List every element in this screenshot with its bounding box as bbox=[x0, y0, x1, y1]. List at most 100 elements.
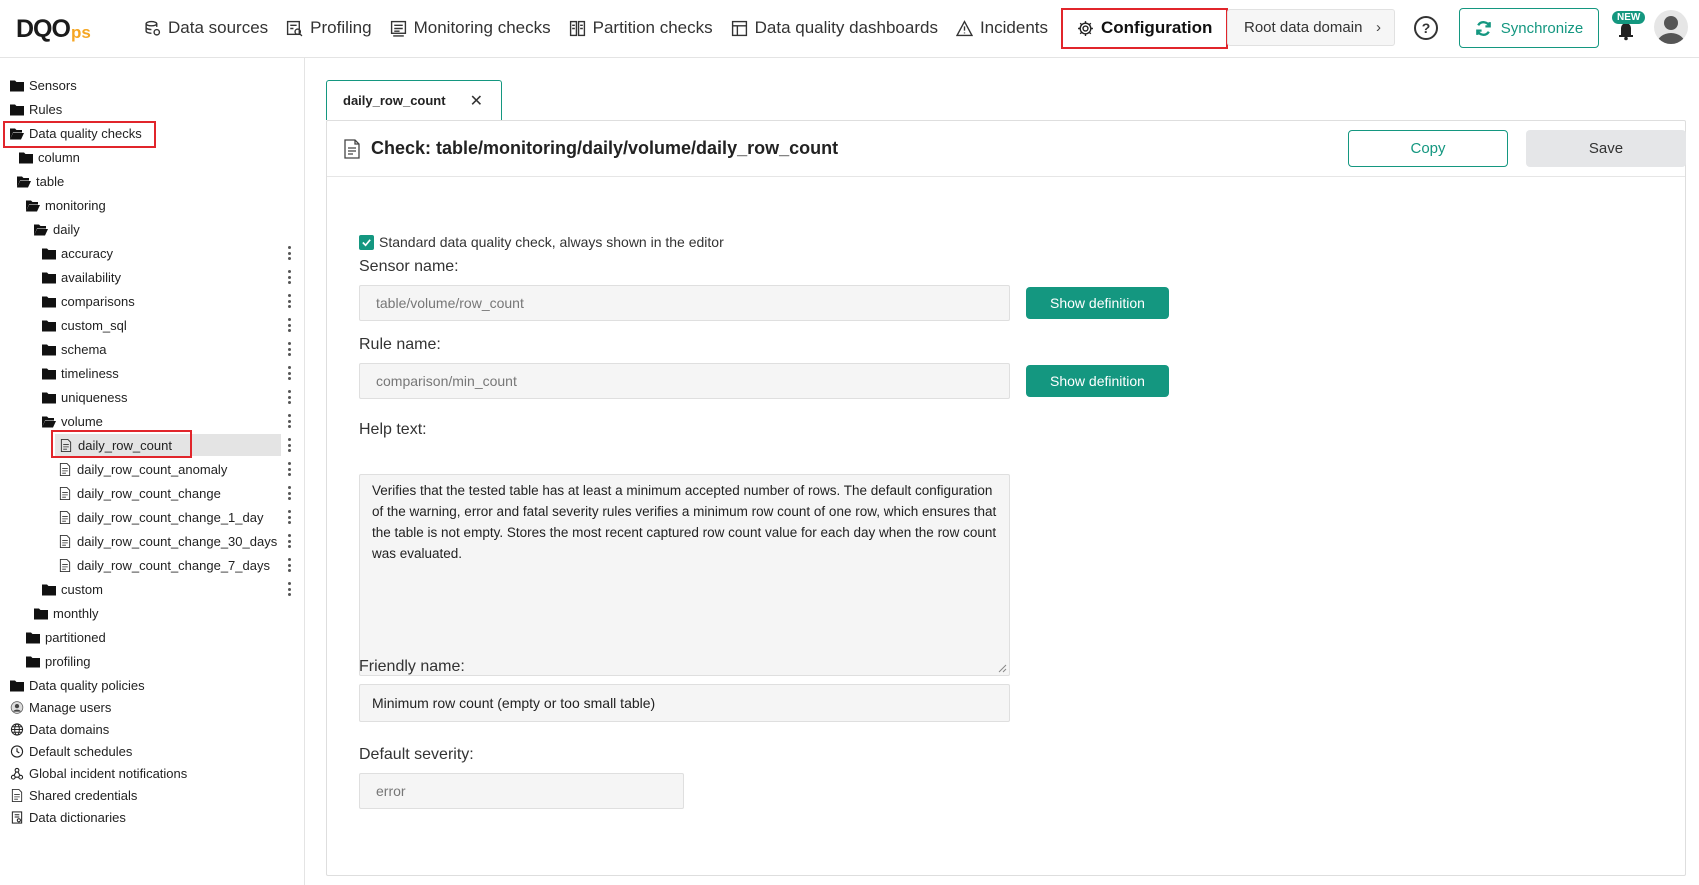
dictionary-icon bbox=[10, 811, 24, 824]
folder-icon bbox=[26, 631, 40, 644]
clock-icon bbox=[10, 745, 24, 758]
help-text-field[interactable]: Verifies that the tested table has at le… bbox=[359, 474, 1010, 676]
tree-item-monitoring[interactable]: monitoring bbox=[26, 194, 106, 216]
tree-item-daily-row-count-change-1-day[interactable]: daily_row_count_change_1_day bbox=[58, 506, 263, 528]
folder-icon bbox=[42, 271, 56, 284]
close-icon[interactable]: ✕ bbox=[470, 91, 483, 111]
kebab-menu-icon[interactable] bbox=[286, 556, 292, 574]
kebab-menu-icon[interactable] bbox=[286, 316, 292, 334]
tree-item-daily-row-count-change[interactable]: daily_row_count_change bbox=[58, 482, 221, 504]
kebab-menu-icon[interactable] bbox=[286, 508, 292, 526]
standard-check-checkbox[interactable] bbox=[359, 234, 374, 250]
kebab-menu-icon[interactable] bbox=[286, 364, 292, 382]
tree-item-profiling[interactable]: profiling bbox=[26, 650, 91, 672]
tree-item-timeliness[interactable]: timeliness bbox=[42, 362, 119, 384]
standard-check-toggle[interactable]: Standard data quality check, always show… bbox=[359, 234, 724, 250]
sensor-name-field[interactable]: table/volume/row_count bbox=[359, 285, 1010, 321]
tab-daily-row-count[interactable]: daily_row_count ✕ bbox=[326, 80, 502, 120]
folder-icon bbox=[10, 79, 24, 92]
tree-item-table[interactable]: table bbox=[17, 170, 64, 192]
rule-name-field[interactable]: comparison/min_count bbox=[359, 363, 1010, 399]
nav-label: Data sources bbox=[168, 18, 269, 37]
kebab-menu-icon[interactable] bbox=[286, 340, 292, 358]
nav-incidents[interactable]: Incidents bbox=[947, 0, 1057, 56]
tree-item-daily-row-count-change-7-days[interactable]: daily_row_count_change_7_days bbox=[58, 554, 270, 576]
help-button[interactable]: ? bbox=[1414, 16, 1438, 40]
data-domain-selector[interactable]: Root data domain › bbox=[1227, 9, 1395, 46]
copy-button[interactable]: Copy bbox=[1348, 130, 1508, 167]
tree-item-label: partitioned bbox=[45, 629, 106, 645]
kebab-menu-icon[interactable] bbox=[286, 244, 292, 262]
kebab-menu-icon[interactable] bbox=[286, 412, 292, 430]
tree-item-label: Default schedules bbox=[29, 743, 133, 759]
tree-item-daily-row-count-change-30-days[interactable]: daily_row_count_change_30_days bbox=[58, 530, 277, 552]
rule-show-definition-button[interactable]: Show definition bbox=[1026, 365, 1169, 397]
kebab-menu-icon[interactable] bbox=[286, 388, 292, 406]
tree-item-rules[interactable]: Rules bbox=[10, 98, 62, 120]
tree-item-daily-row-count-anomaly[interactable]: daily_row_count_anomaly bbox=[58, 458, 227, 480]
tree-item-label: daily_row_count_change_30_days bbox=[77, 533, 278, 549]
sensor-show-definition-button[interactable]: Show definition bbox=[1026, 287, 1169, 319]
tree-item-availability[interactable]: availability bbox=[42, 266, 121, 288]
folder-icon bbox=[26, 655, 40, 668]
tree-item-column[interactable]: column bbox=[19, 146, 80, 168]
gear-icon bbox=[1078, 20, 1093, 36]
tree-item-data-dictionaries[interactable]: Data dictionaries bbox=[10, 806, 126, 828]
nav-data-quality-dashboards[interactable]: Data quality dashboards bbox=[722, 0, 947, 56]
tree-item-label: Sensors bbox=[29, 77, 77, 93]
synchronize-button[interactable]: Synchronize bbox=[1459, 8, 1599, 48]
tree-item-monthly[interactable]: monthly bbox=[34, 602, 99, 624]
kebab-menu-icon[interactable] bbox=[286, 460, 292, 478]
kebab-menu-icon[interactable] bbox=[286, 580, 292, 598]
kebab-menu-icon[interactable] bbox=[286, 532, 292, 550]
file-icon bbox=[58, 487, 72, 500]
kebab-menu-icon[interactable] bbox=[286, 268, 292, 286]
tree-item-daily[interactable]: daily bbox=[34, 218, 80, 240]
tree-item-manage-users[interactable]: Manage users bbox=[10, 696, 111, 718]
tree-item-shared-credentials[interactable]: Shared credentials bbox=[10, 784, 137, 806]
monitoring-icon bbox=[390, 20, 406, 37]
tree-item-schema[interactable]: schema bbox=[42, 338, 107, 360]
save-button[interactable]: Save bbox=[1526, 130, 1686, 167]
tree-item-global-incident-notifications[interactable]: Global incident notifications bbox=[10, 762, 187, 784]
tree-item-label: monitoring bbox=[45, 197, 106, 213]
friendly-name-field[interactable]: Minimum row count (empty or too small ta… bbox=[359, 684, 1010, 722]
kebab-menu-icon[interactable] bbox=[286, 484, 292, 502]
resize-handle-icon[interactable] bbox=[998, 664, 1007, 673]
tree-item-accuracy[interactable]: accuracy bbox=[42, 242, 113, 264]
tree-item-data-domains[interactable]: Data domains bbox=[10, 718, 109, 740]
app-logo[interactable]: DQO ps bbox=[16, 14, 91, 44]
nav-profiling[interactable]: Profiling bbox=[277, 0, 380, 56]
tree-item-label: Rules bbox=[29, 101, 63, 117]
tree-item-label: schema bbox=[61, 341, 107, 357]
standard-check-label: Standard data quality check, always show… bbox=[379, 234, 724, 250]
nav-data-sources[interactable]: Data sources bbox=[135, 0, 277, 56]
nav-monitoring-checks[interactable]: Monitoring checks bbox=[381, 0, 560, 56]
tree-item-label: daily_row_count_change_7_days bbox=[77, 557, 270, 573]
kebab-menu-icon[interactable] bbox=[286, 292, 292, 310]
nav-label: Incidents bbox=[979, 18, 1048, 37]
nav-partition-checks[interactable]: Partition checks bbox=[560, 0, 722, 56]
check-title: Check: table/monitoring/daily/volume/dai… bbox=[371, 138, 839, 158]
tree-item-uniqueness[interactable]: uniqueness bbox=[42, 386, 128, 408]
kebab-menu-icon[interactable] bbox=[286, 436, 292, 454]
tree-item-custom-sql[interactable]: custom_sql bbox=[42, 314, 127, 336]
folder-open-icon bbox=[34, 223, 48, 236]
tree-item-sensors[interactable]: Sensors bbox=[10, 74, 77, 96]
tree-item-custom[interactable]: custom bbox=[42, 578, 103, 600]
default-severity-field[interactable]: error bbox=[359, 773, 684, 809]
nav-label: Monitoring checks bbox=[413, 18, 551, 37]
tree-item-comparisons[interactable]: comparisons bbox=[42, 290, 135, 312]
tree-item-data-quality-checks[interactable]: Data quality checks bbox=[10, 122, 142, 144]
avatar[interactable] bbox=[1654, 10, 1688, 44]
tree-item-volume[interactable]: volume bbox=[42, 410, 103, 432]
nav-label: Partition checks bbox=[592, 18, 713, 37]
tree-item-label: Data dictionaries bbox=[29, 809, 126, 825]
tree-item-daily-row-count[interactable]: daily_row_count bbox=[55, 434, 281, 456]
tree-item-data-quality-policies[interactable]: Data quality policies bbox=[10, 674, 145, 696]
tree-item-label: column bbox=[38, 149, 80, 165]
tree-item-default-schedules[interactable]: Default schedules bbox=[10, 740, 132, 762]
tree-item-partitioned[interactable]: partitioned bbox=[26, 626, 106, 648]
tree-item-label: Shared credentials bbox=[29, 787, 138, 803]
nav-configuration[interactable]: Configuration bbox=[1061, 7, 1229, 49]
